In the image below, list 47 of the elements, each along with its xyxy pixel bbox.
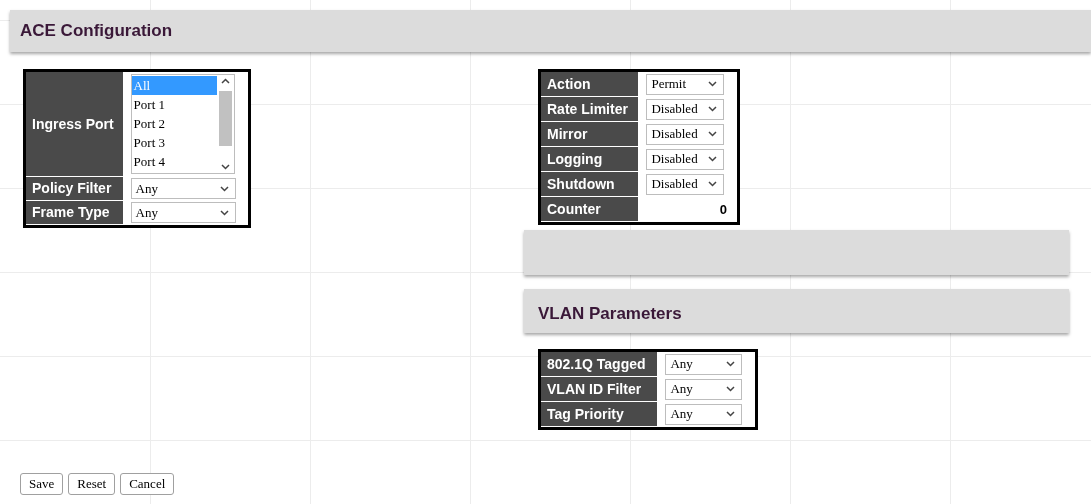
chevron-down-icon <box>708 131 718 137</box>
chevron-down-icon <box>708 181 718 187</box>
scroll-down-icon[interactable] <box>220 164 230 170</box>
dropdown[interactable]: Disabled <box>646 148 725 170</box>
field-label: Frame Type <box>32 204 110 220</box>
dropdown[interactable]: Disabled <box>646 123 725 145</box>
list-option[interactable]: Port 1 <box>131 95 217 114</box>
chevron-down-icon <box>708 81 718 87</box>
dropdown[interactable]: Any <box>665 378 743 400</box>
field-label: Logging <box>547 150 603 167</box>
scrollbar-thumb[interactable] <box>218 90 232 146</box>
dropdown[interactable]: Disabled <box>646 173 725 195</box>
field-label: Ingress Port <box>32 115 114 132</box>
dropdown[interactable]: Disabled <box>646 98 725 120</box>
form-button[interactable]: Cancel <box>120 473 175 495</box>
dropdown[interactable]: Any <box>130 202 236 223</box>
list-option[interactable]: Port 4 <box>131 152 217 171</box>
form-button[interactable]: Save <box>20 473 64 495</box>
field-label: Tag Priority <box>547 405 624 422</box>
field-label: Policy Filter <box>32 180 112 196</box>
form-button[interactable]: Reset <box>68 473 116 495</box>
page-title: ACE Configuration <box>20 20 173 43</box>
dropdown[interactable]: Any <box>130 178 236 199</box>
chevron-down-icon <box>219 209 229 216</box>
field-label: Mirror <box>547 125 588 142</box>
list-option[interactable]: Port 2 <box>131 114 217 133</box>
dropdown[interactable]: Any <box>665 353 743 375</box>
field-label: Counter <box>547 200 601 217</box>
field-label: Shutdown <box>547 175 615 192</box>
chevron-down-icon <box>708 156 718 162</box>
field-label: Rate Limiter <box>547 100 628 117</box>
scrollbar[interactable] <box>216 75 234 173</box>
scroll-up-icon[interactable] <box>220 78 230 84</box>
chevron-down-icon <box>726 386 736 392</box>
chevron-down-icon <box>219 185 229 192</box>
chevron-down-icon <box>726 411 736 417</box>
chevron-down-icon <box>726 361 736 367</box>
counter-value: 0 <box>719 201 727 217</box>
port-listbox[interactable]: All Port 1 Port 2 Port 3 Port 4 <box>130 74 235 174</box>
list-option[interactable]: Port 3 <box>131 133 217 152</box>
field-label: VLAN ID Filter <box>547 380 642 397</box>
field-label: 802.1Q Tagged <box>547 355 646 372</box>
dropdown[interactable]: Permit <box>646 73 725 95</box>
section-title: VLAN Parameters <box>538 303 682 326</box>
dropdown[interactable]: Any <box>665 403 743 425</box>
field-label: Action <box>547 75 591 92</box>
chevron-down-icon <box>708 106 718 112</box>
